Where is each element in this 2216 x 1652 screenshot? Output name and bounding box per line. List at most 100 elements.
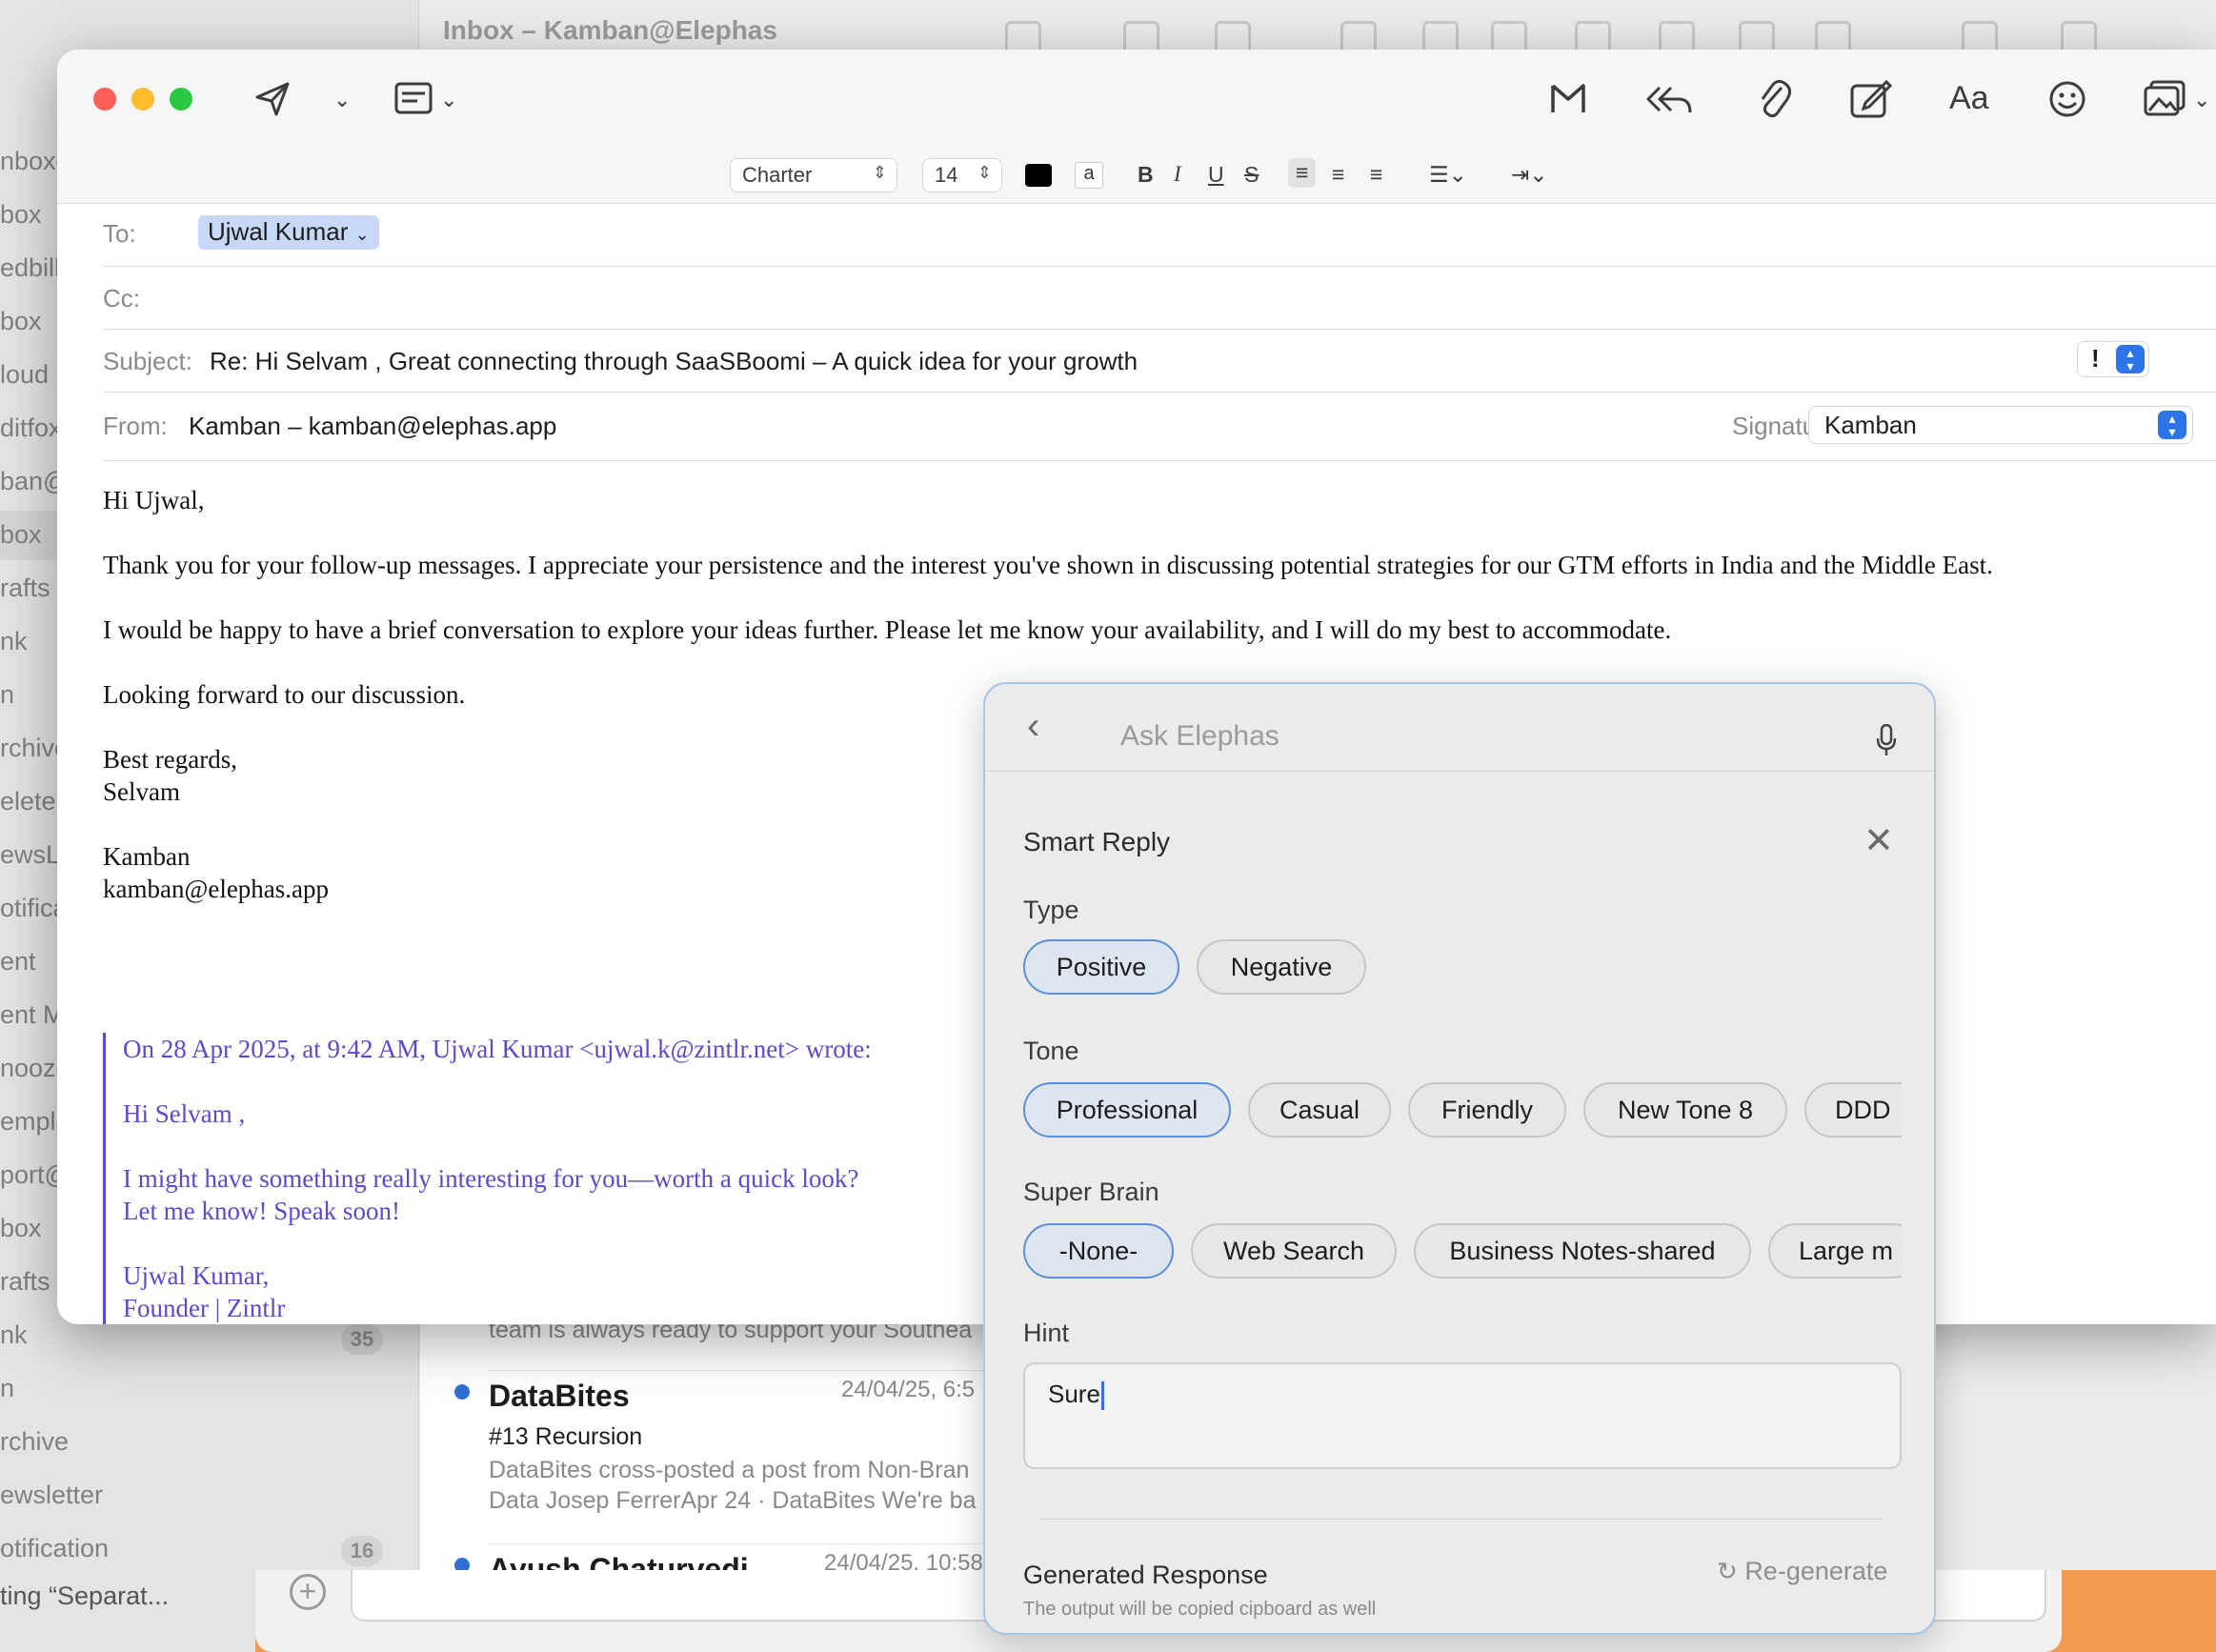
underline-button[interactable]: U — [1208, 162, 1224, 188]
brain-chip-large[interactable]: Large m — [1768, 1223, 1902, 1279]
trash-icon[interactable] — [1422, 21, 1459, 50]
tone-chip-new-tone-8[interactable]: New Tone 8 — [1583, 1082, 1787, 1138]
sidebar-item[interactable]: loud — [0, 360, 49, 390]
sidebar-item[interactable]: box — [0, 307, 42, 336]
highlight-color-icon[interactable]: a — [1075, 162, 1103, 189]
tone-chip-casual[interactable]: Casual — [1248, 1082, 1391, 1138]
ask-elephas-input[interactable]: Ask Elephas — [1120, 720, 1279, 753]
sidebar-item[interactable]: n — [0, 1374, 14, 1403]
back-chevron-icon[interactable]: ‹ — [1027, 705, 1039, 748]
priority-select[interactable]: ! ▴ ▾ — [2077, 341, 2149, 377]
reply-all-icon[interactable] — [1659, 21, 1695, 50]
compose-icon[interactable] — [1215, 21, 1251, 50]
header-fields-chevron-icon[interactable]: ⌄ — [440, 88, 457, 112]
close-icon[interactable]: ✕ — [1863, 823, 1894, 859]
get-mail-icon[interactable] — [1123, 21, 1159, 50]
align-left-icon[interactable]: ≡ — [1288, 158, 1317, 188]
filter-icon[interactable] — [1005, 21, 1041, 50]
photo-chevron-icon[interactable]: ⌄ — [2193, 88, 2210, 112]
notification-count-badge: 16 — [341, 1536, 383, 1566]
sidebar-item[interactable]: n — [0, 680, 14, 710]
send-icon[interactable] — [253, 80, 292, 118]
minimize-window-button[interactable] — [131, 88, 154, 111]
indent-icon[interactable]: ⇥⌄ — [1511, 162, 1548, 188]
hint-input[interactable]: Sure — [1023, 1362, 1902, 1469]
font-family-select[interactable]: Charter ⇕ — [730, 158, 897, 192]
align-right-icon[interactable]: ≡ — [1370, 162, 1382, 188]
type-chip-positive[interactable]: Positive — [1023, 939, 1179, 995]
zoom-window-button[interactable] — [170, 88, 192, 111]
brain-chip-business-notes[interactable]: Business Notes-shared — [1414, 1223, 1751, 1279]
sidebar-item[interactable]: nk — [0, 627, 28, 656]
hint-value: Sure — [1048, 1380, 1100, 1408]
sidebar-item[interactable]: ewsL — [0, 840, 60, 870]
header-fields-icon[interactable] — [394, 82, 433, 114]
archive-icon[interactable] — [1340, 21, 1377, 50]
text-color-swatch[interactable] — [1025, 164, 1052, 187]
mute-icon[interactable] — [1962, 21, 1998, 50]
signature-value: Kamban — [1824, 411, 1917, 439]
sidebar-item[interactable]: elete — [0, 787, 56, 816]
sidebar-status: ting “Separat... — [0, 1570, 255, 1652]
reply-all-icon[interactable] — [1646, 82, 1692, 116]
list-icon[interactable]: ☰⌄ — [1429, 162, 1467, 188]
format-text-icon[interactable]: Aa — [1949, 80, 1989, 117]
super-brain-label: Super Brain — [1023, 1178, 1159, 1206]
super-brain-chip-row: -None- Web Search Business Notes-shared … — [1023, 1223, 1902, 1280]
to-recipient-name: Ujwal Kumar — [208, 217, 349, 246]
signature-select[interactable]: Kamban ▴ ▾ — [1808, 406, 2193, 444]
sidebar-item[interactable]: box — [0, 1214, 42, 1243]
font-size-select[interactable]: 14 ⇕ — [922, 158, 1002, 192]
cc-label: Cc: — [103, 284, 140, 312]
subject-field[interactable]: Re: Hi Selvam , Great connecting through… — [210, 347, 1138, 376]
photo-browser-icon[interactable] — [2144, 80, 2186, 116]
text-caret — [1100, 1381, 1104, 1411]
brain-chip-web-search[interactable]: Web Search — [1191, 1223, 1397, 1279]
align-center-icon[interactable]: ≡ — [1332, 162, 1344, 188]
move-icon[interactable] — [2061, 21, 2097, 50]
tone-chip-professional[interactable]: Professional — [1023, 1082, 1231, 1138]
stepper-icon: ⇕ — [872, 163, 887, 182]
forward-icon[interactable] — [1739, 21, 1775, 50]
junk-icon[interactable] — [1491, 21, 1527, 50]
add-icon[interactable]: + — [290, 1574, 326, 1610]
brain-chip-none[interactable]: -None- — [1023, 1223, 1174, 1279]
stepper-icon: ▴ ▾ — [2116, 345, 2145, 373]
sidebar-item[interactable]: otification — [0, 1534, 109, 1563]
to-recipient-token[interactable]: Ujwal Kumar ⌄ — [198, 215, 379, 250]
elephas-icon[interactable] — [1549, 82, 1587, 116]
tone-chip-ddd[interactable]: DDD — [1804, 1082, 1902, 1138]
reply-icon[interactable] — [1575, 21, 1611, 50]
markup-icon[interactable] — [1850, 78, 1892, 118]
sidebar-item[interactable]: box — [0, 200, 42, 230]
sidebar-item[interactable]: rafts — [0, 574, 50, 603]
emoji-icon[interactable] — [2048, 80, 2086, 118]
close-window-button[interactable] — [93, 88, 116, 111]
from-field[interactable]: Kamban – kamban@elephas.app — [189, 412, 556, 441]
sidebar-item[interactable]: ent M — [0, 1000, 65, 1030]
type-chip-negative[interactable]: Negative — [1197, 939, 1366, 995]
cc-row[interactable]: Cc: — [103, 267, 2216, 330]
sidebar-item[interactable]: rchive — [0, 1427, 69, 1457]
bold-button[interactable]: B — [1138, 162, 1154, 188]
attachment-icon[interactable] — [1757, 78, 1791, 120]
subject-label: Subject: — [103, 347, 192, 375]
tone-chip-row: Professional Casual Friendly New Tone 8 … — [1023, 1082, 1902, 1139]
sidebar-item[interactable]: ent — [0, 947, 36, 977]
refresh-icon: ↻ — [1717, 1557, 1738, 1585]
microphone-icon[interactable] — [1877, 724, 1896, 756]
status-text: ting “Separat... — [0, 1581, 170, 1610]
sidebar-item[interactable]: ditfox — [0, 413, 62, 443]
sidebar-item[interactable]: nk — [0, 1320, 28, 1350]
italic-button[interactable]: I — [1174, 162, 1181, 187]
regenerate-button[interactable]: ↻ Re-generate — [1717, 1557, 1887, 1586]
flag-icon[interactable] — [1815, 21, 1851, 50]
to-row: To: Ujwal Kumar ⌄ — [103, 204, 2216, 267]
tone-chip-friendly[interactable]: Friendly — [1408, 1082, 1566, 1138]
sidebar-item[interactable]: edbill — [0, 253, 60, 283]
sidebar-item[interactable]: ewsletter — [0, 1481, 103, 1510]
send-options-chevron-icon[interactable]: ⌄ — [333, 88, 351, 112]
to-label: To: — [103, 219, 136, 248]
strikethrough-button[interactable]: S — [1244, 162, 1259, 188]
sidebar-item[interactable]: rafts — [0, 1267, 50, 1297]
